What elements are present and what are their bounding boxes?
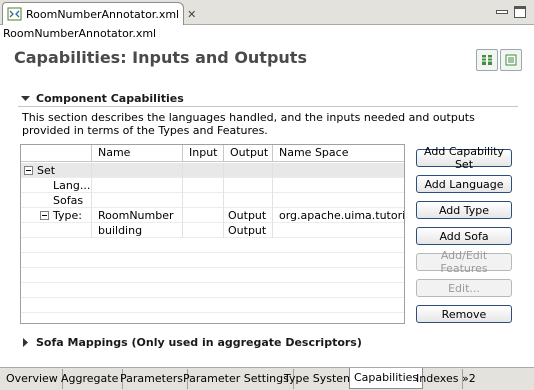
input-cell	[183, 208, 224, 223]
file-path-label: RoomNumberAnnotator.xml	[0, 25, 534, 42]
input-cell	[183, 193, 224, 208]
tree-label: Sofas	[53, 194, 84, 207]
empty-row	[21, 313, 404, 323]
name-cell: building	[92, 223, 183, 238]
column-header-output[interactable]: Output	[224, 145, 273, 162]
input-cell	[183, 223, 224, 238]
column-header-name[interactable]: Name	[92, 145, 183, 162]
input-cell	[183, 163, 224, 178]
output-cell	[224, 178, 273, 193]
column-header-tree[interactable]	[21, 145, 92, 162]
section-title: Component Capabilities	[36, 91, 184, 105]
section-description: This section describes the languages han…	[22, 111, 475, 137]
empty-row	[21, 253, 404, 268]
empty-row	[21, 238, 404, 253]
tree-cell: Type:	[21, 208, 92, 223]
output-cell: Output	[224, 223, 273, 238]
namespace-cell	[273, 223, 404, 238]
layout-grid-icon[interactable]	[476, 49, 498, 71]
namespace-cell	[273, 163, 404, 178]
collapsed-twisty-icon[interactable]	[20, 337, 30, 347]
section-title: Sofa Mappings (Only used in aggregate De…	[36, 335, 362, 349]
add-edit-features-button[interactable]: Add/Edit Features	[416, 249, 512, 275]
tree-label: Set	[37, 164, 56, 177]
add-capability-set-button[interactable]: Add Capability Set	[416, 145, 512, 171]
tree-cell	[21, 223, 92, 238]
tab-parameters[interactable]: Parameters	[116, 369, 188, 389]
tab-overflow-chevron[interactable]: »2	[458, 369, 480, 389]
empty-row	[21, 298, 404, 313]
editor-tab[interactable]: RoomNumberAnnotator.xml ✕	[2, 2, 196, 25]
add-type-button[interactable]: Add Type	[416, 201, 512, 219]
column-header-input[interactable]: Input	[183, 145, 224, 162]
output-cell	[224, 163, 273, 178]
editor-tab-strip: RoomNumberAnnotator.xml ✕	[0, 0, 534, 25]
close-icon[interactable]: ✕	[187, 8, 196, 21]
tree-cell: Lang...	[21, 178, 92, 193]
edit-button[interactable]: Edit...	[416, 279, 512, 297]
tree-label: Type:	[53, 209, 82, 222]
minimize-icon[interactable]	[496, 10, 508, 14]
empty-row	[21, 268, 404, 283]
tab-aggregate[interactable]: Aggregate	[57, 369, 124, 389]
name-cell	[92, 193, 183, 208]
sofa-mappings-header[interactable]: Sofa Mappings (Only used in aggregate De…	[20, 334, 520, 350]
table-row[interactable]: Set	[21, 163, 404, 178]
tree-label: Lang...	[53, 179, 91, 192]
expanded-twisty-icon[interactable]	[20, 93, 30, 103]
namespace-cell	[273, 178, 404, 193]
page-header: Capabilities: Inputs and Outputs	[0, 42, 534, 74]
remove-button[interactable]: Remove	[416, 305, 512, 323]
tab-overview[interactable]: Overview	[2, 369, 63, 389]
empty-row	[21, 283, 404, 298]
tab-parameter-settings[interactable]: Parameter Settings	[179, 369, 294, 389]
capabilities-tree-table[interactable]: Name Input Output Name Space Set Lang...…	[20, 144, 405, 324]
table-row[interactable]: building Output	[21, 223, 404, 238]
collapse-icon[interactable]	[40, 211, 49, 220]
maximize-icon[interactable]	[514, 6, 526, 18]
name-cell	[92, 163, 183, 178]
tree-cell: Set	[21, 163, 92, 178]
layout-list-icon[interactable]	[500, 49, 522, 71]
output-cell	[224, 193, 273, 208]
xml-file-icon	[7, 7, 22, 22]
table-header: Name Input Output Name Space	[21, 145, 404, 162]
collapse-icon[interactable]	[24, 166, 33, 175]
add-language-button[interactable]: Add Language	[416, 175, 512, 193]
add-sofa-button[interactable]: Add Sofa	[416, 227, 512, 245]
namespace-cell: org.apache.uima.tutorial	[279, 209, 405, 222]
editor-tab-label: RoomNumberAnnotator.xml	[26, 7, 180, 21]
table-row[interactable]: Lang...	[21, 178, 404, 193]
editor-page-tabs: Overview Aggregate Parameters Parameter …	[0, 367, 534, 390]
input-cell	[183, 178, 224, 193]
name-cell	[92, 178, 183, 193]
output-cell: Output	[224, 208, 273, 223]
namespace-cell	[273, 193, 404, 208]
component-capabilities-header[interactable]: Component Capabilities	[20, 90, 520, 106]
section-divider	[18, 106, 518, 107]
column-header-namespace[interactable]: Name Space	[273, 145, 404, 162]
page-title: Capabilities: Inputs and Outputs	[14, 48, 307, 67]
table-row[interactable]: Type: RoomNumber Output org.apache.uima.…	[21, 208, 404, 223]
name-cell: RoomNumber	[92, 208, 183, 223]
tab-type-system[interactable]: Type System	[280, 369, 359, 389]
tab-indexes[interactable]: Indexes	[412, 369, 464, 389]
table-row[interactable]: Sofas	[21, 193, 404, 208]
tree-cell: Sofas	[21, 193, 92, 208]
